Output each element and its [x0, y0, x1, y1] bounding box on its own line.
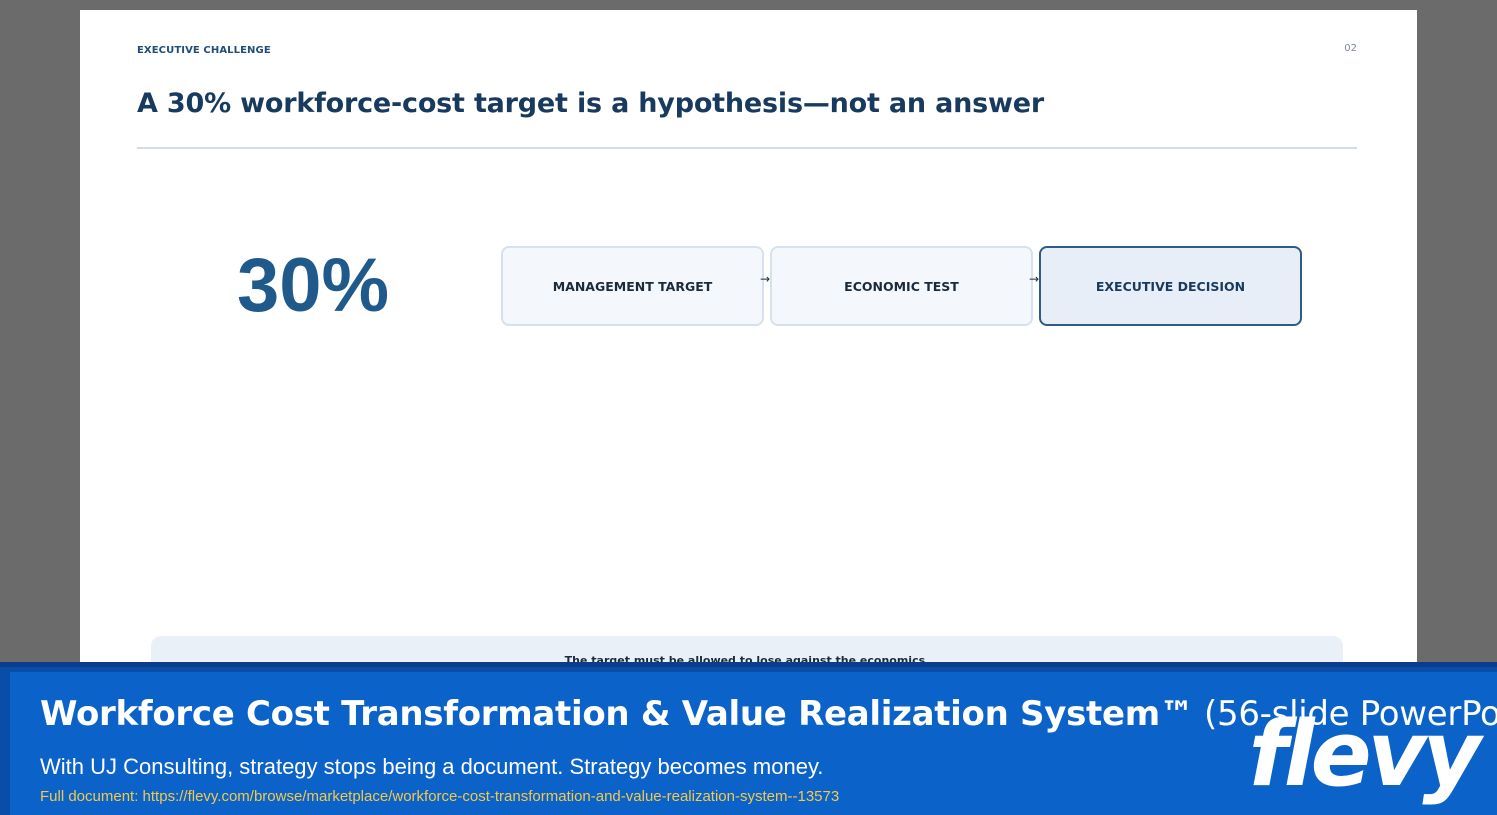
banner-panel: Workforce Cost Transformation & Value Re…: [10, 672, 1497, 815]
step-label: EXECUTIVE DECISION: [1095, 278, 1246, 294]
flevy-logo[interactable]: flevy: [1249, 710, 1481, 800]
step-economic-test: ECONOMIC TEST: [770, 246, 1033, 326]
section-eyebrow: EXECUTIVE CHALLENGE: [137, 45, 271, 56]
banner-subtitle: With UJ Consulting, strategy stops being…: [40, 754, 824, 779]
promo-banner: Workforce Cost Transformation & Value Re…: [0, 662, 1497, 815]
arrow-right-icon: →: [760, 272, 771, 286]
step-management-target: MANAGEMENT TARGET: [501, 246, 764, 326]
step-executive-decision: EXECUTIVE DECISION: [1039, 246, 1302, 326]
page-number: 02: [1344, 43, 1357, 54]
big-stat-value: 30%: [237, 243, 390, 328]
title-divider: [137, 147, 1357, 149]
slide-title: A 30% workforce-cost target is a hypothe…: [137, 88, 1045, 119]
step-label: MANAGEMENT TARGET: [552, 278, 713, 294]
banner-title-bold: Workforce Cost Transformation & Value Re…: [40, 694, 1194, 734]
arrow-right-icon: →: [1029, 272, 1040, 286]
step-label: ECONOMIC TEST: [844, 278, 959, 294]
full-document-link[interactable]: Full document: https://flevy.com/browse/…: [40, 788, 839, 805]
